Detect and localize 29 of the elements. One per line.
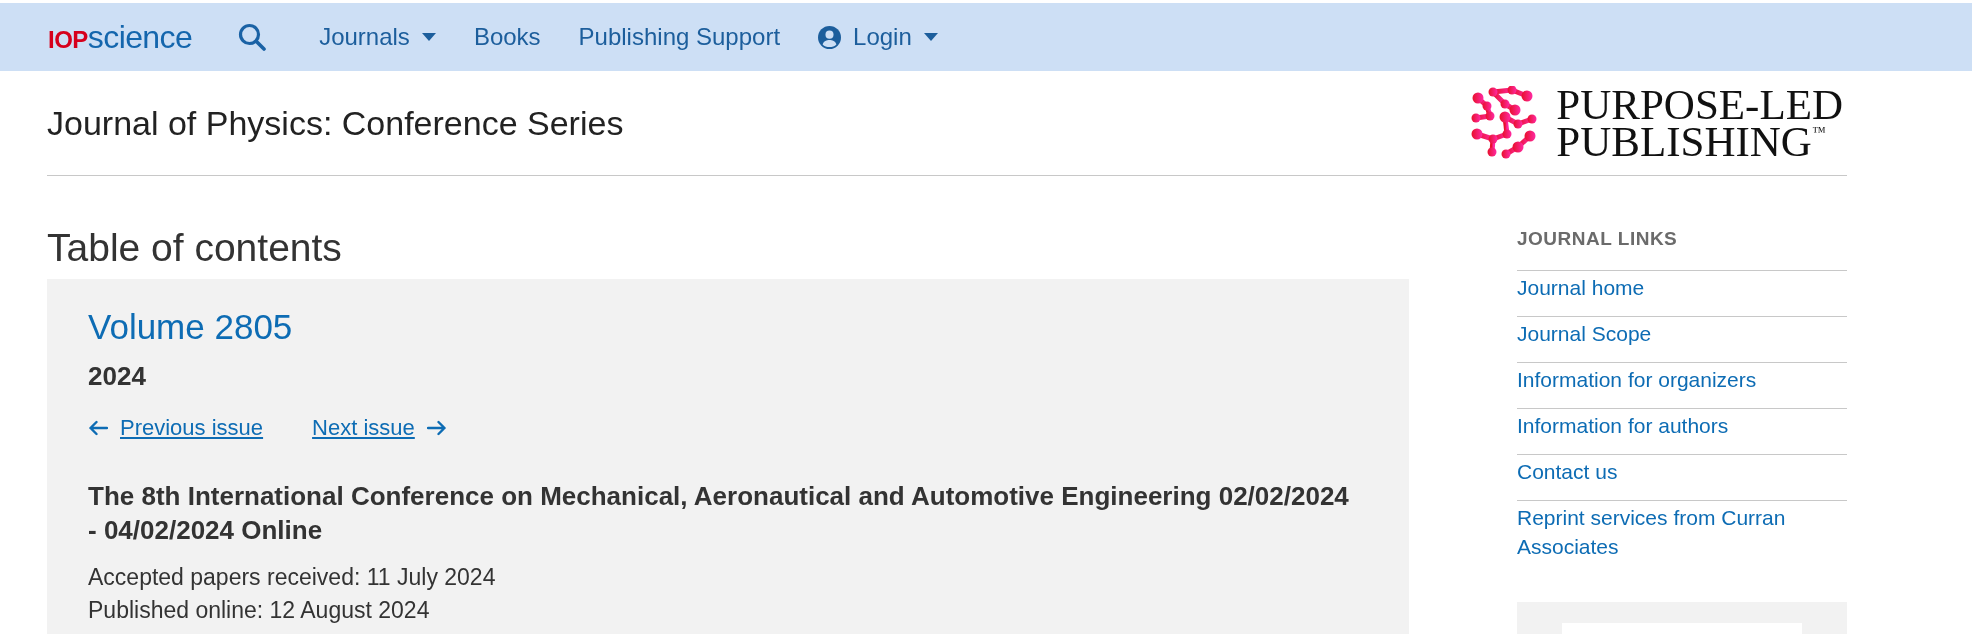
caret-icon — [421, 33, 436, 41]
sidebar-link[interactable]: Journal Scope — [1517, 316, 1847, 362]
right-arrow-icon — [426, 420, 447, 436]
iopscience-logo[interactable]: IOPscience — [48, 18, 193, 56]
login-link[interactable]: Login — [818, 23, 938, 51]
publisher-logo[interactable]: PURPOSE-LED PUBLISHING$^{™}$ — [1556, 86, 1843, 160]
nav-dropdown[interactable]: Journals — [319, 23, 436, 51]
date-text: Published online: 12 August 2024 — [88, 596, 430, 625]
journal-title: Journal of Physics: Conference Series — [47, 103, 624, 143]
dot-network-icon — [1470, 86, 1539, 160]
nav-link[interactable]: Books — [473, 23, 541, 51]
issue-year: 2024 — [88, 361, 146, 391]
search-icon[interactable] — [238, 23, 267, 51]
next-issue-link[interactable]: Next issue — [312, 415, 447, 441]
sidebar-link[interactable]: Information for authors — [1517, 408, 1847, 454]
sidebar-heading: JOURNAL LINKS — [1517, 227, 1679, 251]
conference-title: The 8th International Conference on Mechanical, Aeronautical and Automotive Engineering 02/02/2024 - 04/02/2024 Online — [88, 480, 1350, 547]
sidebar-link[interactable]: Reprint services from Curran Associates — [1517, 500, 1847, 575]
sidebar-link[interactable]: Contact us — [1517, 454, 1847, 500]
page-heading: Table of contents — [47, 228, 343, 268]
left-arrow-icon — [88, 420, 108, 436]
nav-link[interactable]: Publishing Support — [578, 23, 781, 51]
volume-link[interactable]: Volume 2805 — [88, 307, 293, 347]
caret-icon — [923, 33, 938, 41]
date-text: Accepted papers received: 11 July 2024 — [88, 563, 496, 592]
sidebar-link[interactable]: Information for organizers — [1517, 362, 1847, 408]
sidebar-link[interactable]: Journal home — [1517, 270, 1847, 316]
user-icon — [818, 25, 842, 49]
previous-issue-link[interactable]: Previous issue — [88, 415, 264, 441]
